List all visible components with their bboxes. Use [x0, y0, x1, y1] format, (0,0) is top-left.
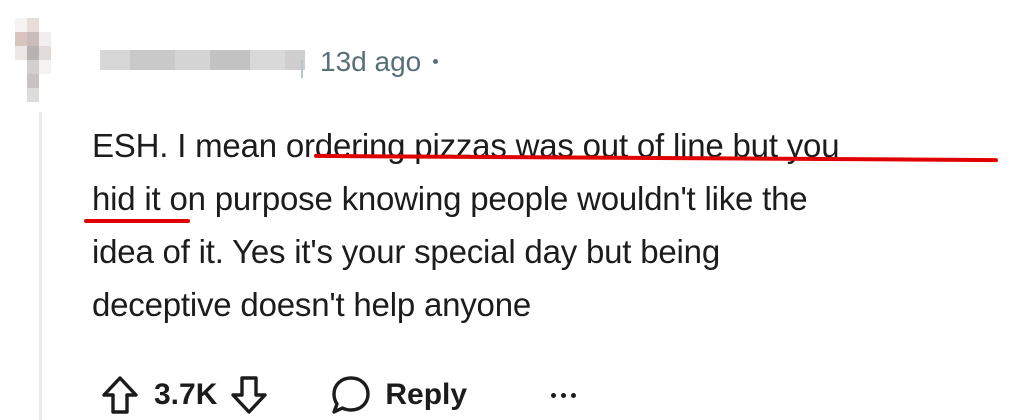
ellipsis-icon	[571, 392, 577, 398]
more-options-button[interactable]	[551, 392, 577, 398]
thread-line[interactable]	[39, 112, 42, 420]
upvote-button[interactable]	[100, 374, 140, 416]
speech-bubble-icon	[332, 376, 371, 414]
comment-actions: 3.7K Reply	[100, 372, 577, 418]
username-redacted[interactable]	[100, 45, 305, 75]
comment-line: hid it on purpose knowing people wouldn'…	[92, 180, 808, 217]
comment-line: ESH. I mean ordering pizzas was out of l…	[92, 127, 840, 164]
comment-line: idea of it. Yes it's your special day bu…	[92, 233, 720, 270]
vote-count: 3.7K	[154, 378, 218, 411]
reply-button[interactable]: Reply	[329, 373, 467, 417]
username-divider	[301, 60, 303, 78]
arrow-down-outline-icon	[231, 376, 268, 414]
comment-line: deceptive doesn't help anyone	[92, 286, 532, 323]
ellipsis-icon	[551, 392, 557, 398]
arrow-up-outline-icon	[102, 376, 138, 414]
separator-dot	[433, 59, 439, 65]
comment-meta: 13d ago	[320, 44, 439, 80]
timestamp: 13d ago	[320, 46, 422, 77]
reply-label: Reply	[385, 378, 468, 411]
ellipsis-icon	[561, 392, 567, 398]
avatar[interactable]	[15, 18, 51, 102]
annotation-underline	[84, 219, 190, 223]
downvote-button[interactable]	[229, 374, 269, 416]
comment-body: ESH. I mean ordering pizzas was out of l…	[92, 119, 992, 331]
